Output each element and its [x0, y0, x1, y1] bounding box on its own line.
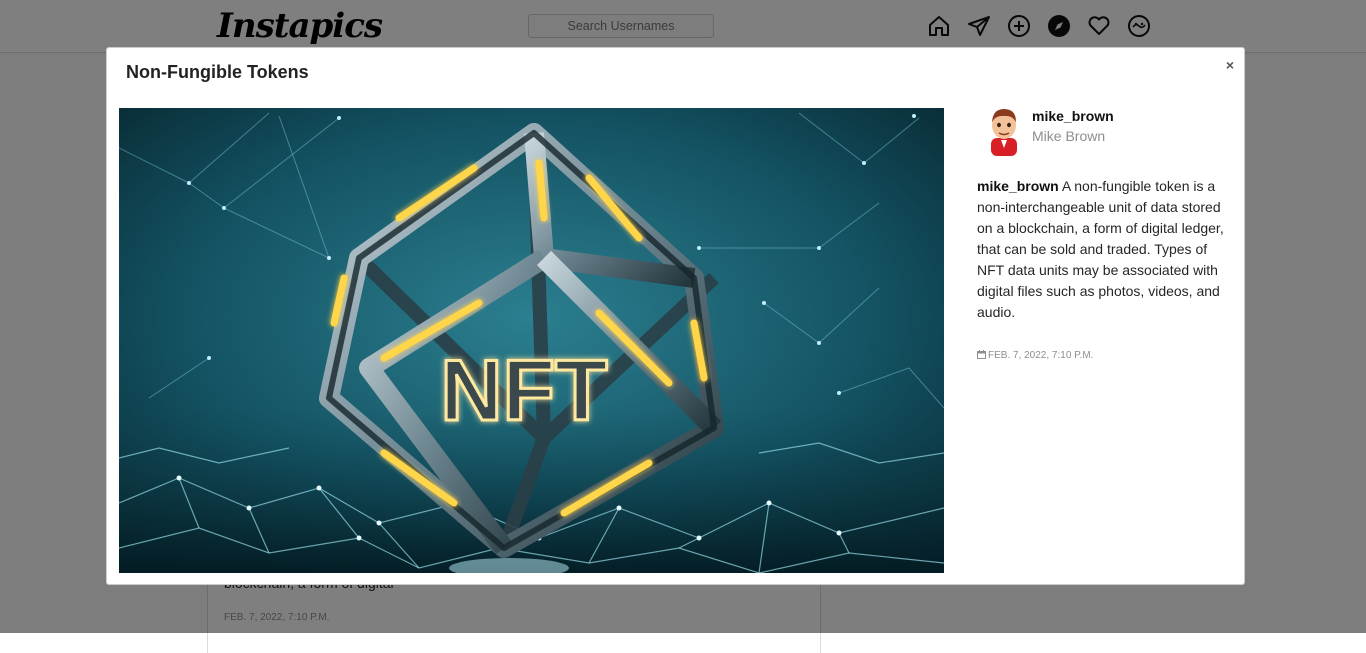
calendar-icon — [977, 350, 986, 359]
post-author[interactable]: mike_brown Mike Brown — [977, 104, 1217, 160]
modal-title: Non-Fungible Tokens — [126, 62, 309, 82]
author-full-name: Mike Brown — [1032, 128, 1106, 144]
nft-image-text: NFT — [440, 343, 607, 439]
author-username[interactable]: mike_brown — [1032, 108, 1114, 124]
post-caption: mike_brown A non-fungible token is a non… — [977, 176, 1229, 323]
post-image: NFT — [119, 108, 944, 573]
post-date: FEB. 7, 2022, 7:10 P.M. — [977, 350, 1093, 362]
post-date-text: FEB. 7, 2022, 7:10 P.M. — [988, 350, 1094, 361]
close-button[interactable]: × — [1222, 56, 1238, 74]
post-modal: Non-Fungible Tokens × NFT mike_brown Mik… — [106, 47, 1245, 585]
avatar[interactable] — [985, 104, 1023, 156]
caption-username[interactable]: mike_brown — [977, 178, 1059, 194]
caption-text: A non-fungible token is a non-interchang… — [977, 178, 1224, 320]
